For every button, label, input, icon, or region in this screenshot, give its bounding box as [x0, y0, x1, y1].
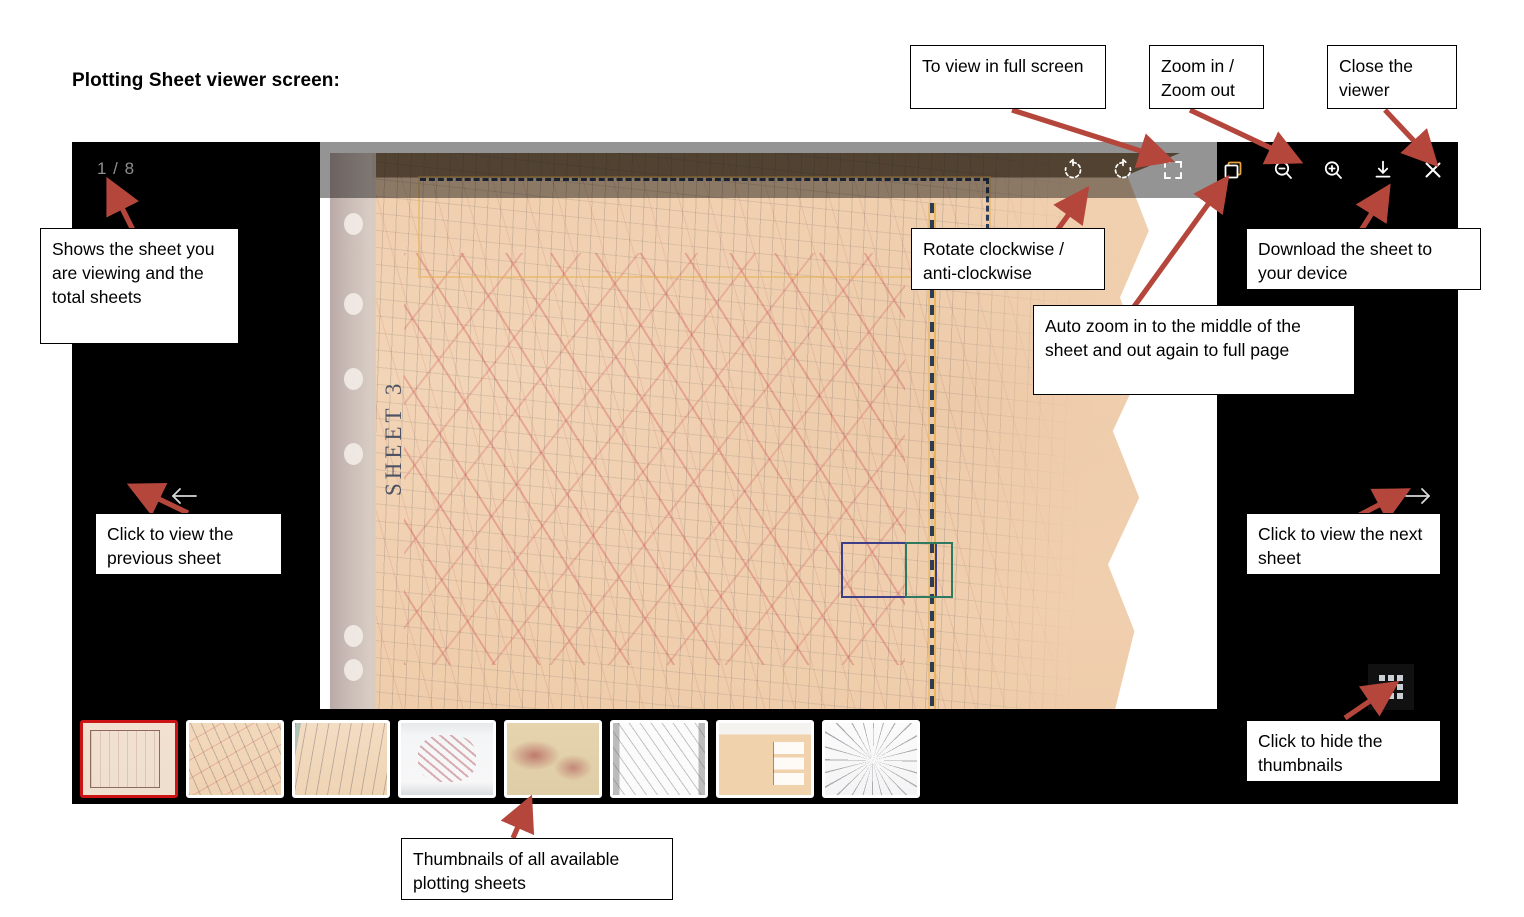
- thumbnail-item[interactable]: [610, 720, 708, 798]
- sheet-handwritten-label: SHEET 3: [381, 379, 406, 496]
- callout-hide-thumbnails: Click to hide the thumbnails: [1246, 720, 1441, 782]
- page-counter: 1 / 8: [97, 159, 136, 178]
- callout-download: Download the sheet to your device: [1246, 228, 1481, 290]
- thumbnail-item[interactable]: [504, 720, 602, 798]
- callout-full-screen: To view in full screen: [910, 45, 1106, 109]
- full-screen-button[interactable]: [1148, 142, 1198, 198]
- thumbnail-item[interactable]: [716, 720, 814, 798]
- hide-thumbnails-button[interactable]: [1368, 664, 1414, 710]
- document-sleeve: SHEET 3: [330, 153, 406, 709]
- rotate-clockwise-button[interactable]: [1048, 142, 1098, 198]
- callout-close: Close the viewer: [1327, 45, 1457, 109]
- thumbnail-item[interactable]: [80, 720, 178, 798]
- download-button[interactable]: [1358, 142, 1408, 198]
- previous-sheet-button[interactable]: [162, 474, 206, 518]
- zoom-out-button[interactable]: [1258, 142, 1308, 198]
- thumbnail-item[interactable]: [398, 720, 496, 798]
- rotate-anticlockwise-button[interactable]: [1098, 142, 1148, 198]
- callout-previous: Click to view the previous sheet: [95, 513, 282, 575]
- sheet-red-annotations: [404, 253, 906, 665]
- thumbnail-image: [507, 723, 599, 795]
- thumbnail-image: [401, 723, 493, 795]
- callout-zoom: Zoom in / Zoom out: [1149, 45, 1264, 109]
- callout-page-counter: Shows the sheet you are viewing and the …: [40, 228, 239, 344]
- zoom-in-button[interactable]: [1308, 142, 1358, 198]
- page-title: Plotting Sheet viewer screen:: [72, 70, 340, 91]
- callout-next: Click to view the next sheet: [1246, 513, 1441, 575]
- callout-thumbnails: Thumbnails of all available plotting she…: [401, 838, 673, 900]
- thumbnail-image: [295, 723, 387, 795]
- thumbnail-item[interactable]: [186, 720, 284, 798]
- grid-dots-icon: [1379, 675, 1403, 699]
- thumbnail-item[interactable]: [822, 720, 920, 798]
- screenshot-root: Plotting Sheet viewer screen: 1 / 8 SHEE…: [0, 0, 1524, 917]
- auto-zoom-button[interactable]: [1208, 142, 1258, 198]
- thumbnail-image: [719, 723, 811, 795]
- thumbnail-image: [189, 723, 281, 795]
- next-sheet-button[interactable]: [1396, 474, 1440, 518]
- callout-auto-zoom: Auto zoom in to the middle of the sheet …: [1033, 305, 1355, 395]
- thumbnail-image: [825, 723, 917, 795]
- thumbnail-item[interactable]: [292, 720, 390, 798]
- sheet-plot-box-secondary: [905, 542, 954, 599]
- callout-rotate: Rotate clockwise / anti-clockwise: [911, 228, 1105, 290]
- thumbnail-image: [83, 723, 175, 795]
- close-button[interactable]: [1408, 142, 1458, 198]
- thumbnail-image: [613, 723, 705, 795]
